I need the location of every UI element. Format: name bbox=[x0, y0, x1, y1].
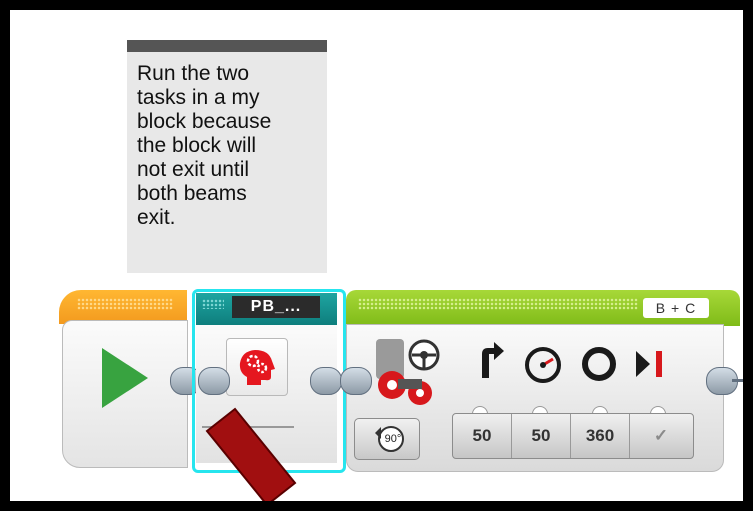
degrees-value[interactable]: 360 bbox=[571, 414, 630, 458]
comment-drag-bar[interactable] bbox=[127, 40, 327, 52]
move-steering-icon bbox=[372, 335, 446, 407]
power-value[interactable]: 50 bbox=[512, 414, 571, 458]
parameter-row: 50 50 360 ✓ bbox=[452, 413, 694, 459]
start-block-header[interactable] bbox=[59, 290, 187, 324]
steering-value[interactable]: 50 bbox=[453, 414, 512, 458]
mode-label: 90° bbox=[384, 433, 402, 445]
sequence-connector-in[interactable] bbox=[340, 367, 372, 395]
degrees-icon bbox=[580, 345, 618, 383]
program-canvas[interactable]: Run the two tasks in a my block because … bbox=[10, 10, 743, 501]
brake-value[interactable]: ✓ bbox=[630, 414, 692, 458]
sequence-wire bbox=[732, 379, 743, 382]
mode-selector[interactable]: 90° bbox=[354, 418, 420, 460]
comment-block[interactable]: Run the two tasks in a my block because … bbox=[127, 40, 327, 273]
sequence-connector-out[interactable] bbox=[310, 367, 342, 395]
steering-icon bbox=[476, 340, 506, 380]
comment-text[interactable]: Run the two tasks in a my block because … bbox=[137, 62, 323, 230]
play-icon[interactable] bbox=[102, 348, 148, 408]
port-selector[interactable]: B + C bbox=[643, 298, 709, 318]
sequence-connector-in[interactable] bbox=[198, 367, 230, 395]
power-icon bbox=[523, 345, 563, 383]
brake-icon bbox=[632, 347, 668, 381]
